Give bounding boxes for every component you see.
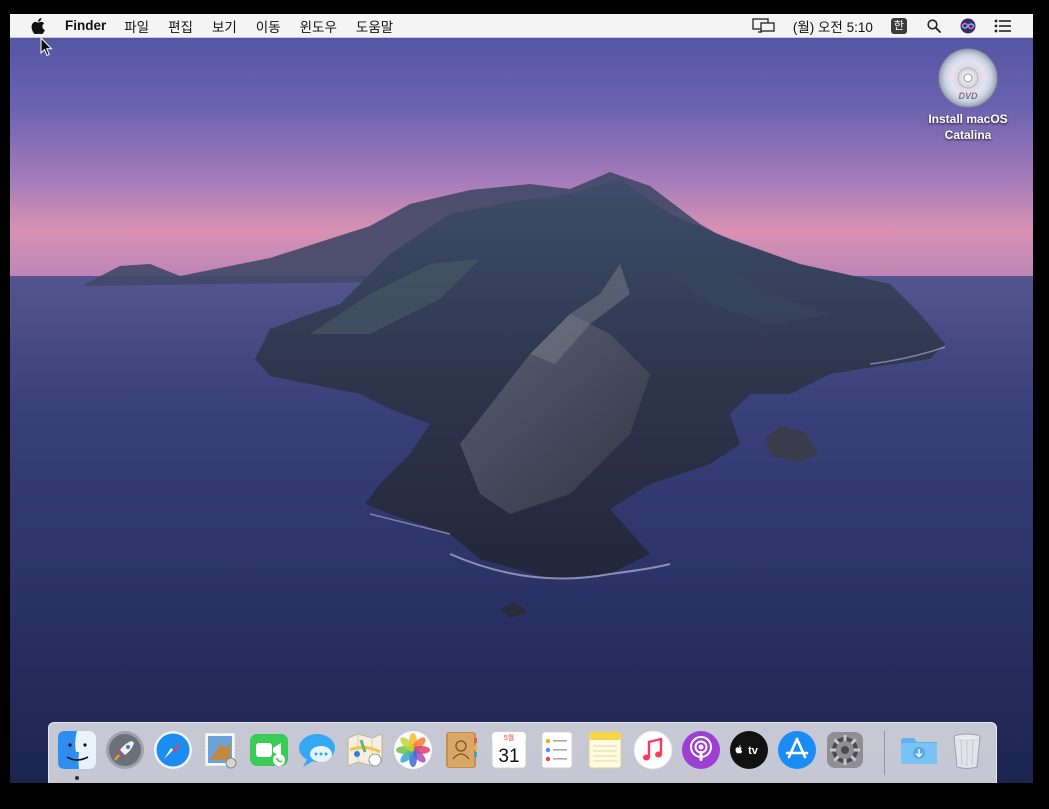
downloads-folder-icon	[901, 738, 937, 764]
input-method-menu[interactable]: 한	[890, 14, 907, 37]
dvd-label-line2: Catalina	[944, 128, 992, 142]
dock-contacts[interactable]	[441, 730, 481, 770]
dock-app-store[interactable]	[777, 730, 817, 770]
dock-maps[interactable]	[345, 730, 385, 770]
podcasts-icon	[682, 731, 720, 769]
maps-icon	[347, 733, 383, 767]
dock-reminders[interactable]	[537, 730, 577, 770]
system-preferences-gear-icon	[827, 732, 863, 768]
menu-edit[interactable]: 편집	[168, 16, 193, 36]
dock-messages[interactable]	[297, 730, 337, 770]
dvd-label-line1: Install macOS	[928, 112, 1008, 126]
menu-extras: (월) 오전 5:10 한	[751, 14, 1033, 37]
apple-tv-icon: tv	[730, 731, 768, 769]
app-store-icon	[778, 731, 816, 769]
screen: Finder 파일 편집 보기 이동 윈도우 도움말 (월) 오전 5:10 한	[10, 14, 1033, 783]
menu-bar: Finder 파일 편집 보기 이동 윈도우 도움말 (월) 오전 5:10 한	[10, 14, 1033, 38]
spotlight-search-icon[interactable]	[926, 14, 942, 37]
calendar-month-label: 5월	[504, 733, 514, 742]
menu-window[interactable]: 윈도우	[300, 16, 337, 36]
mouse-cursor-icon	[40, 37, 53, 57]
music-note-icon	[633, 730, 673, 770]
photos-flower-icon	[394, 731, 432, 769]
dock-safari[interactable]	[153, 730, 193, 770]
menu-go[interactable]: 이동	[256, 16, 281, 36]
calendar-icon: 5월 31	[491, 731, 527, 769]
dock-downloads[interactable]	[899, 730, 939, 770]
desktop-dvd-install-macos[interactable]: DVD Install macOS Catalina	[918, 47, 1018, 143]
menu-view[interactable]: 보기	[212, 16, 237, 36]
menu-finder[interactable]: Finder	[65, 18, 106, 33]
siri-icon[interactable]	[959, 14, 977, 37]
safari-compass-icon	[154, 731, 192, 769]
dock-notes[interactable]	[585, 730, 625, 770]
apple-logo-icon[interactable]	[28, 16, 48, 36]
dock-system-preferences[interactable]	[825, 730, 865, 770]
finder-running-indicator	[75, 776, 79, 780]
notes-pad-icon	[588, 731, 622, 769]
launchpad-rocket-icon	[106, 731, 144, 769]
menu-help[interactable]: 도움말	[356, 16, 393, 36]
input-method-label: 한	[890, 17, 907, 34]
dvd-disc-icon: DVD	[938, 48, 998, 108]
dock-podcasts[interactable]	[681, 730, 721, 770]
finder-icon	[58, 731, 96, 769]
reminders-list-icon	[541, 731, 573, 769]
dock-launchpad[interactable]	[105, 730, 145, 770]
dock-finder[interactable]	[57, 730, 97, 770]
notification-center-icon[interactable]	[993, 14, 1013, 37]
dock-calendar[interactable]: 5월 31	[489, 730, 529, 770]
display-mirroring-icon[interactable]	[751, 14, 777, 37]
desktop-wallpaper	[10, 14, 1033, 783]
facetime-camera-icon	[250, 734, 288, 766]
dvd-logo-text: DVD	[958, 91, 978, 101]
dock-separator	[884, 731, 885, 775]
dock-trash[interactable]	[947, 730, 987, 770]
messages-bubble-icon	[299, 734, 335, 767]
contacts-book-icon	[446, 732, 477, 768]
dock: 5월 31 tv	[48, 722, 997, 783]
dock-music[interactable]	[633, 730, 673, 770]
dock-mail[interactable]	[201, 730, 241, 770]
tv-label: tv	[748, 745, 759, 757]
menu-clock[interactable]: (월) 오전 5:10	[793, 14, 873, 37]
dock-tv[interactable]: tv	[729, 730, 769, 770]
dock-facetime[interactable]	[249, 730, 289, 770]
dock-photos[interactable]	[393, 730, 433, 770]
menu-file[interactable]: 파일	[124, 16, 149, 36]
calendar-day-label: 31	[498, 746, 519, 767]
trash-can-icon	[953, 733, 981, 769]
mail-stamp-icon	[204, 732, 237, 769]
